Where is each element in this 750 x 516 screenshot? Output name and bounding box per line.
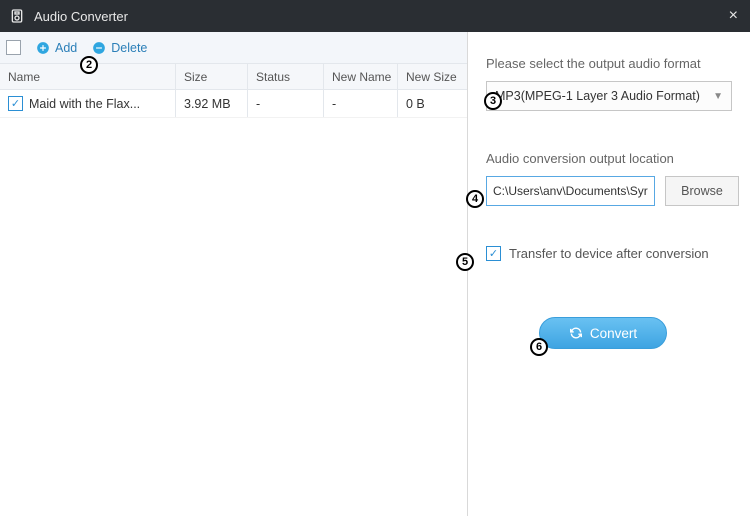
- col-status[interactable]: Status: [248, 64, 324, 89]
- settings-pane: Please select the output audio format MP…: [468, 32, 750, 516]
- convert-button[interactable]: Convert: [539, 317, 667, 349]
- format-label: Please select the output audio format: [486, 56, 739, 71]
- output-path-input[interactable]: [486, 176, 655, 206]
- browse-button[interactable]: Browse: [665, 176, 739, 206]
- delete-icon: [91, 40, 107, 56]
- add-label: Add: [55, 41, 77, 55]
- col-newsize[interactable]: New Size: [398, 64, 467, 89]
- row-newsize: 0 B: [398, 90, 467, 117]
- transfer-label: Transfer to device after conversion: [509, 246, 709, 261]
- table-row[interactable]: ✓ Maid with the Flax... 3.92 MB - - 0 B: [0, 90, 467, 118]
- step-badge-3: 3: [484, 92, 502, 110]
- toolbar: Add Delete: [0, 32, 467, 64]
- delete-button[interactable]: Delete: [91, 40, 147, 56]
- convert-label: Convert: [590, 326, 637, 341]
- row-size: 3.92 MB: [176, 90, 248, 117]
- format-dropdown[interactable]: MP3(MPEG-1 Layer 3 Audio Format) ▼: [486, 81, 732, 111]
- close-icon[interactable]: ×: [725, 7, 742, 25]
- col-size[interactable]: Size: [176, 64, 248, 89]
- add-icon: [35, 40, 51, 56]
- step-badge-6: 6: [530, 338, 548, 356]
- file-list-pane: Add Delete Name Size Status New Name New…: [0, 32, 468, 516]
- step-badge-4: 4: [466, 190, 484, 208]
- col-newname[interactable]: New Name: [324, 64, 398, 89]
- step-badge-5: 5: [456, 253, 474, 271]
- chevron-down-icon: ▼: [713, 91, 723, 102]
- refresh-icon: [568, 325, 584, 341]
- step-badge-2: 2: [80, 56, 98, 74]
- select-all-checkbox[interactable]: [6, 40, 21, 55]
- row-newname: -: [324, 90, 398, 117]
- delete-label: Delete: [111, 41, 147, 55]
- row-checkbox[interactable]: ✓: [8, 96, 23, 111]
- location-label: Audio conversion output location: [486, 151, 739, 166]
- table-header: Name Size Status New Name New Size: [0, 64, 467, 90]
- row-status: -: [248, 90, 324, 117]
- app-icon: [8, 7, 26, 25]
- transfer-checkbox[interactable]: ✓: [486, 246, 501, 261]
- format-value: MP3(MPEG-1 Layer 3 Audio Format): [495, 89, 700, 103]
- row-filename: Maid with the Flax...: [29, 97, 140, 111]
- add-button[interactable]: Add: [35, 40, 77, 56]
- window-title: Audio Converter: [34, 9, 128, 24]
- titlebar: Audio Converter ×: [0, 0, 750, 32]
